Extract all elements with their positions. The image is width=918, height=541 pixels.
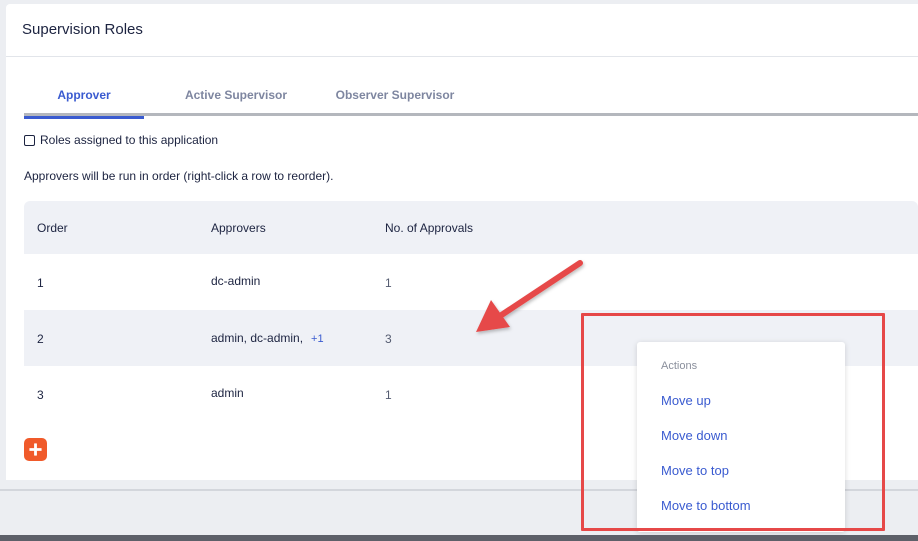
row-approvals: 3 (385, 332, 392, 346)
page: Supervision Roles Approver Active Superv… (0, 0, 918, 541)
table-row[interactable]: 1 dc-admin 1 (24, 254, 918, 310)
card-header: Supervision Roles (6, 4, 918, 57)
more-approvers-link[interactable]: +1 (311, 333, 324, 345)
table-header: Order Approvers No. of Approvals (24, 201, 918, 254)
tab-active-supervisor[interactable]: Active Supervisor (174, 74, 298, 116)
add-approver-button[interactable] (24, 438, 47, 461)
tab-observer-supervisor[interactable]: Observer Supervisor (330, 74, 460, 116)
tab-bar: Approver Active Supervisor Observer Supe… (24, 74, 918, 119)
roles-assigned-label: Roles assigned to this application (40, 133, 219, 147)
row-approvers: admin (211, 386, 244, 400)
card-title: Supervision Roles (22, 21, 143, 38)
row-approvals: 1 (385, 276, 392, 290)
bottom-bar (0, 535, 918, 541)
tab-approver[interactable]: Approver (24, 74, 144, 119)
approver-order-hint: Approvers will be run in order (right-cl… (24, 169, 334, 183)
row-order: 1 (37, 276, 44, 290)
roles-assigned-checkbox-row[interactable]: Roles assigned to this application (24, 133, 218, 147)
annotation-highlight-box (581, 313, 885, 531)
plus-icon (29, 443, 42, 456)
header-approvers: Approvers (211, 221, 266, 235)
row-approvers-text: admin, dc-admin, (211, 331, 304, 345)
row-approvers: dc-admin (211, 274, 261, 288)
roles-assigned-checkbox[interactable] (24, 134, 35, 146)
row-order: 3 (37, 388, 44, 402)
row-approvals: 1 (385, 388, 392, 402)
row-approvers: admin, dc-admin, +1 (211, 331, 324, 345)
header-approvals: No. of Approvals (385, 221, 474, 235)
header-order: Order (37, 221, 68, 235)
row-order: 2 (37, 332, 44, 346)
